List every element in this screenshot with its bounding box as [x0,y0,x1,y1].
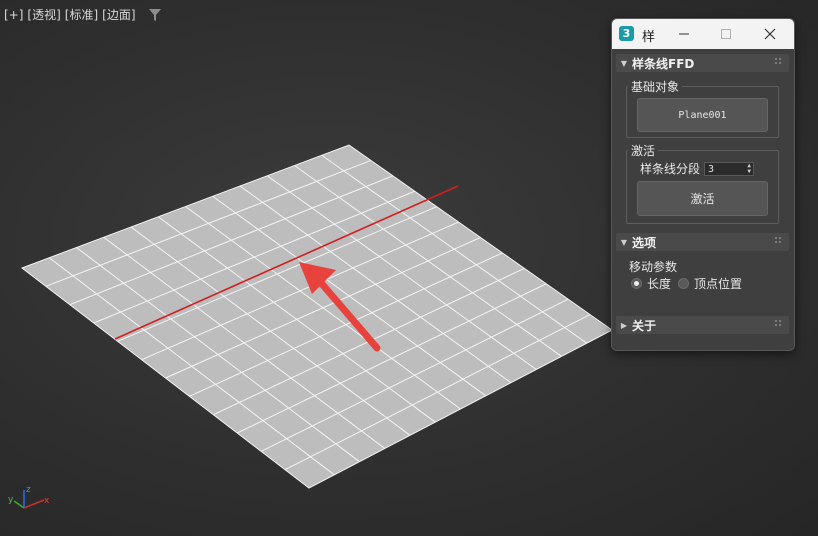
axis-gizmo: z x y [8,485,50,509]
expand-arrow-icon: ▶ [620,320,628,330]
maximize-button[interactable] [716,24,736,44]
pick-object-button[interactable]: Plane001 [637,98,768,132]
base-object-group-label: 基础对象 [628,78,683,95]
panel-title: 样 [642,30,656,45]
rollout-about-header[interactable]: ▶ 关于 [616,316,789,334]
activate-button[interactable]: 激活 [637,181,768,216]
panel-titlebar[interactable]: 3 样 [612,19,794,49]
drag-grip-icon[interactable] [775,320,783,328]
minimize-button[interactable] [674,24,694,44]
app-3dsmax-icon: 3 [619,26,634,41]
close-icon [764,28,776,40]
rollout-spline-ffd-header[interactable]: ▼ 样条线FFD [616,54,789,72]
move-params-label: 移动参数 [629,260,678,274]
spline-segments-spinner[interactable]: 3 ▲ ▼ [704,162,754,176]
radio-length-label: 长度 [647,277,672,291]
viewport-label-bar: [+] [透视] [标准] [边面] [4,6,162,23]
maximize-icon [721,29,731,39]
axis-x-label: x [44,496,50,506]
axis-z-label: z [26,485,31,495]
radio-vertex-label: 顶点位置 [694,277,743,291]
rollout-options-header[interactable]: ▼ 选项 [616,233,789,251]
radio-unselected-icon[interactable] [678,278,689,289]
minimize-icon [679,33,689,35]
axis-y-label: y [8,495,14,505]
radio-length[interactable]: 长度 [631,275,671,292]
rollout-about-title: 关于 [632,318,657,333]
spline-segments-value: 3 [708,163,715,175]
radio-vertex-position[interactable]: 顶点位置 [678,275,742,292]
radio-selected-icon[interactable] [631,278,642,289]
activate-group-label: 激活 [628,142,659,159]
spline-ffd-panel: 3 样 ▼ 样条线FFD 基础对象 Plane001 激活 样条线分段 3 ▲ ▼… [611,18,795,351]
viewport-menu-plus[interactable]: [+] [4,8,23,22]
spinner-arrows-icon[interactable]: ▲ ▼ [747,163,751,175]
viewport-menu-display[interactable]: [边面] [102,6,135,23]
viewport-menu-view[interactable]: [透视] [27,6,60,23]
rollout-options-title: 选项 [632,235,657,250]
rollout-spline-ffd-title: 样条线FFD [632,56,695,71]
close-button[interactable] [760,24,780,44]
collapse-arrow-icon: ▼ [620,58,628,68]
viewport-menu-shading[interactable]: [标准] [65,6,98,23]
spline-segments-label: 样条线分段 [640,162,701,176]
filter-icon[interactable] [148,8,162,22]
drag-grip-icon[interactable] [775,237,783,245]
collapse-arrow-icon: ▼ [620,237,628,247]
drag-grip-icon[interactable] [775,58,783,66]
